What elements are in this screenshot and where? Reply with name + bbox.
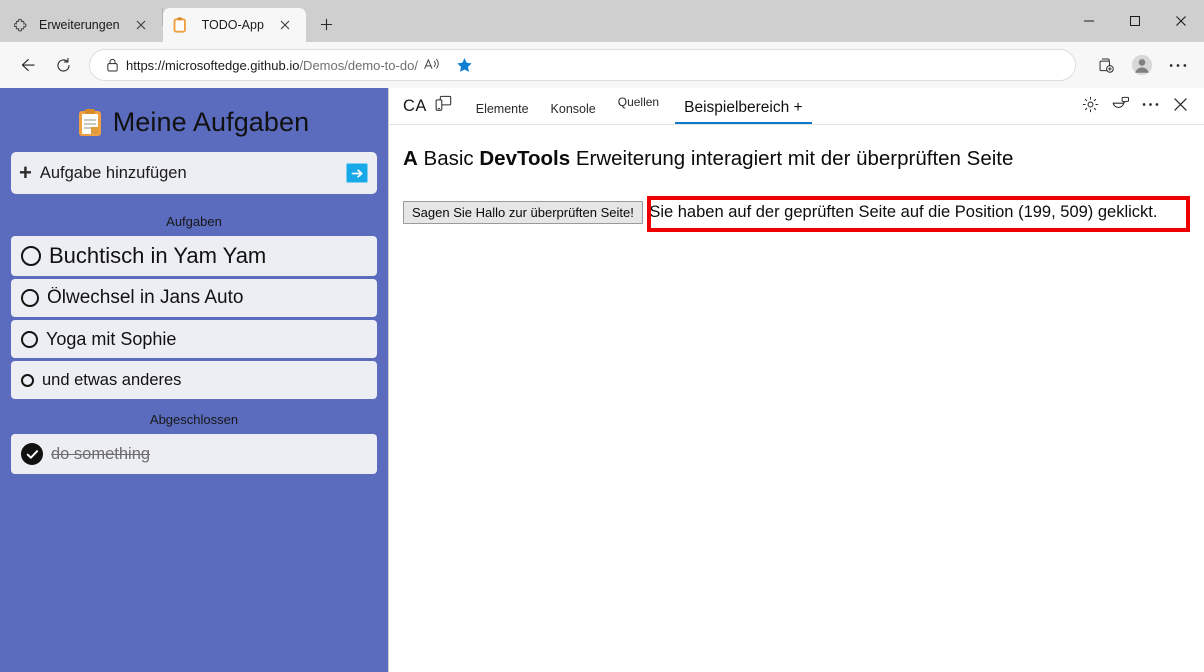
more-options-icon[interactable] bbox=[1136, 90, 1164, 118]
clipboard-icon bbox=[173, 17, 193, 34]
minimize-button[interactable] bbox=[1066, 0, 1112, 42]
close-devtools-icon[interactable] bbox=[1166, 90, 1194, 118]
task-label: Yoga mit Sophie bbox=[46, 328, 177, 349]
address-bar[interactable]: https://microsoftedge.github.io/Demos/de… bbox=[89, 49, 1076, 81]
settings-gear-icon[interactable] bbox=[1076, 90, 1104, 118]
devtools-tab-beispielbereich[interactable]: Beispielbereich + bbox=[670, 99, 816, 124]
heading-part-basic: Basic bbox=[423, 147, 474, 170]
devtools-brand-label: CA bbox=[403, 96, 427, 115]
maximize-button[interactable] bbox=[1112, 0, 1158, 42]
devtools-panel: CA Elemente Konsole Quellen Beispielbere… bbox=[388, 88, 1204, 672]
browser-window: Erweiterungen TODO-App https://microsoft… bbox=[0, 0, 1204, 672]
new-tab-button[interactable] bbox=[312, 9, 342, 39]
browser-tab-extensions[interactable]: Erweiterungen bbox=[0, 8, 162, 42]
collections-icon[interactable] bbox=[1089, 48, 1123, 82]
tab-close-icon[interactable] bbox=[129, 13, 153, 37]
click-message-container: Sie haben auf der geprüften Seite auf di… bbox=[647, 196, 1191, 232]
task-item[interactable]: Buchtisch in Yam Yam bbox=[11, 236, 377, 276]
add-task-submit-button[interactable] bbox=[346, 163, 368, 183]
back-button[interactable] bbox=[9, 48, 43, 82]
task-item[interactable]: und etwas anderes bbox=[11, 361, 377, 399]
section-label-tasks: Aufgaben bbox=[166, 214, 222, 229]
task-label: Buchtisch in Yam Yam bbox=[49, 243, 267, 268]
feedback-icon[interactable] bbox=[1106, 90, 1134, 118]
devtools-tab-konsole[interactable]: Konsole bbox=[540, 102, 607, 124]
section-label-completed: Abgeschlossen bbox=[149, 412, 239, 427]
address-bar-actions bbox=[418, 50, 480, 80]
device-emulation-icon[interactable] bbox=[434, 95, 453, 117]
task-item[interactable]: Yoga mit Sophie bbox=[11, 320, 377, 358]
task-checkbox-icon[interactable] bbox=[21, 289, 39, 307]
window-controls bbox=[1066, 0, 1204, 42]
close-window-button[interactable] bbox=[1158, 0, 1204, 42]
todo-page-title: Meine Aufgaben bbox=[11, 102, 377, 152]
heading-part-a: A bbox=[403, 147, 418, 170]
devtools-panel-body: A Basic DevTools Erweiterung interagiert… bbox=[389, 125, 1204, 672]
task-checkbox-icon[interactable] bbox=[21, 246, 41, 266]
page-title-text: Meine Aufgaben bbox=[112, 107, 310, 137]
say-hello-button[interactable]: Sagen Sie Hallo zur überprüften Seite! bbox=[403, 201, 643, 224]
completed-section: Abgeschlossen do something bbox=[11, 409, 377, 474]
devtools-brand: CA bbox=[389, 95, 465, 124]
devtools-tab-quellen[interactable]: Quellen bbox=[607, 95, 670, 124]
navigation-bar: https://microsoftedge.github.io/Demos/de… bbox=[0, 42, 1204, 88]
add-task-label: Aufgabe hinzufügen bbox=[39, 163, 187, 182]
tab-title: Erweiterungen bbox=[39, 18, 120, 32]
tab-title: TODO-App bbox=[201, 18, 264, 32]
url-domain: https://microsoftedge.github.io bbox=[126, 57, 300, 73]
task-checkbox-icon[interactable] bbox=[21, 373, 34, 387]
url-path: /Demos/demo-to-do/ bbox=[299, 57, 418, 73]
reload-button[interactable] bbox=[46, 48, 80, 82]
completed-task-label: do something bbox=[51, 444, 151, 463]
task-checked-icon[interactable] bbox=[21, 443, 43, 465]
task-item[interactable]: Ölwechsel in Jans Auto bbox=[11, 279, 377, 317]
add-task-row[interactable]: + Aufgabe hinzufügen bbox=[11, 152, 377, 194]
toolbar-actions bbox=[1089, 48, 1195, 82]
heading-part-rest: Erweiterung interagiert mit der überprüf… bbox=[575, 147, 1014, 170]
devtools-tab-bar: CA Elemente Konsole Quellen Beispielbere… bbox=[389, 88, 1204, 125]
panel-heading: A Basic DevTools Erweiterung interagiert… bbox=[403, 147, 1204, 171]
settings-more-icon[interactable] bbox=[1161, 48, 1195, 82]
puzzle-piece-icon bbox=[13, 17, 30, 34]
task-label: Ölwechsel in Jans Auto bbox=[47, 287, 244, 308]
heading-part-devtools: DevTools bbox=[479, 147, 571, 170]
lock-icon bbox=[98, 51, 126, 79]
devtools-tab-elemente[interactable]: Elemente bbox=[465, 102, 540, 124]
devtools-toolbar-actions bbox=[1076, 90, 1204, 124]
completed-task-item[interactable]: do something bbox=[11, 434, 377, 474]
url-text: https://microsoftedge.github.io/Demos/de… bbox=[126, 58, 418, 73]
task-label: und etwas anderes bbox=[42, 370, 182, 389]
todo-app-page: Meine Aufgaben + Aufgabe hinzufügen Aufg… bbox=[0, 88, 388, 672]
content-area: Meine Aufgaben + Aufgabe hinzufügen Aufg… bbox=[0, 88, 1204, 672]
read-aloud-icon[interactable] bbox=[418, 50, 448, 80]
task-checkbox-icon[interactable] bbox=[21, 330, 38, 348]
tab-strip: Erweiterungen TODO-App bbox=[0, 0, 1204, 42]
click-message-text: Sie haben auf der geprüften Seite auf di… bbox=[649, 203, 1158, 221]
profile-avatar-icon[interactable] bbox=[1125, 48, 1159, 82]
browser-tab-todo-app[interactable]: TODO-App bbox=[162, 8, 306, 42]
favorite-star-icon[interactable] bbox=[450, 50, 480, 80]
clipboard-icon bbox=[78, 109, 101, 136]
tab-close-icon[interactable] bbox=[273, 13, 297, 37]
